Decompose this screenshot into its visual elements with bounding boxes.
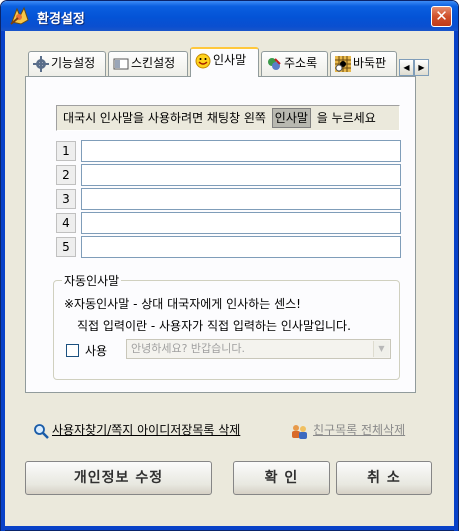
greeting-row-number: 2: [56, 165, 76, 185]
auto-greeting-select-value: 안녕하세요? 반갑습니다.: [131, 342, 246, 355]
delete-all-friends-label: 친구목록 전체삭제: [313, 423, 406, 437]
greeting-input-2[interactable]: [81, 164, 401, 186]
baduk-board-icon: [335, 55, 351, 72]
direct-input-description: 직접 입력이란 - 사용자가 직접 입력하는 인사말입니다.: [77, 319, 351, 333]
tip-text-end: 을 누르세요: [316, 111, 376, 125]
app-spark-icon: [10, 6, 29, 25]
greeting-input-3[interactable]: [81, 188, 401, 210]
window-title: 환경설정: [37, 12, 85, 27]
delete-saved-ids-link[interactable]: 사용자찾기/쪽지 아이디저장목록 삭제: [33, 421, 240, 439]
tab-label: 스킨설정: [131, 56, 176, 70]
tab-function-settings[interactable]: 기능설정: [28, 51, 106, 76]
auto-greeting-checkbox-label[interactable]: 사용: [85, 342, 107, 359]
auto-greeting-select[interactable]: 안녕하세요? 반갑습니다. ▼: [126, 339, 391, 359]
address-book-icon: [268, 57, 281, 70]
window-frame-bottom: [1, 526, 458, 530]
chevron-down-icon[interactable]: ▼: [373, 341, 389, 357]
magnifier-icon: [34, 423, 49, 439]
settings-window: 환경설정 ✕ 기능설정 스킨설정 인사말 주소록 바둑판 ◀ ▶ 대국시 인사말…: [0, 0, 459, 531]
people-icon: [292, 424, 307, 439]
tab-label: 주소록: [284, 56, 318, 70]
greeting-input-4[interactable]: [81, 212, 401, 234]
tab-greetings[interactable]: 인사말: [190, 47, 259, 77]
delete-all-friends-link[interactable]: 친구목록 전체삭제: [291, 421, 405, 439]
greeting-input-1[interactable]: [81, 140, 401, 162]
greeting-row-number: 5: [56, 237, 76, 257]
title-bar[interactable]: 환경설정 ✕: [1, 1, 458, 31]
skin-icon: [113, 58, 129, 69]
smiley-icon: [195, 53, 211, 68]
tab-skin-settings[interactable]: 스킨설정: [108, 51, 188, 76]
tab-label: 인사말: [213, 53, 247, 67]
tab-scroll-right-button[interactable]: ▶: [414, 59, 429, 76]
tab-label: 기능설정: [51, 56, 96, 70]
greeting-input-5[interactable]: [81, 236, 401, 258]
tip-text-start: 대국시 인사말을 사용하려면 채팅창 왼쪽: [63, 111, 266, 125]
greetings-tip: 대국시 인사말을 사용하려면 채팅창 왼쪽 인사말 을 누르세요: [56, 105, 400, 131]
tab-address-book[interactable]: 주소록: [261, 51, 328, 76]
gear-icon: [33, 55, 49, 72]
greeting-row-number: 1: [56, 141, 76, 161]
auto-greeting-legend: 자동인사말: [62, 272, 122, 289]
greetings-panel: 대국시 인사말을 사용하려면 채팅창 왼쪽 인사말 을 누르세요 1 2 3 4…: [25, 76, 416, 393]
ok-button[interactable]: 확 인: [233, 461, 330, 495]
delete-saved-ids-label: 사용자찾기/쪽지 아이디저장목록 삭제: [52, 423, 241, 437]
greeting-row-number: 4: [56, 213, 76, 233]
greeting-row-number: 3: [56, 189, 76, 209]
close-button[interactable]: ✕: [431, 6, 452, 27]
tab-label: 바둑판: [353, 56, 387, 70]
tab-scroll-left-button[interactable]: ◀: [399, 59, 414, 76]
edit-profile-button[interactable]: 개인정보 수정: [25, 461, 212, 495]
window-frame-left: [1, 31, 5, 531]
cancel-button[interactable]: 취 소: [336, 461, 432, 495]
auto-greeting-description: ※자동인사말 - 상대 대국자에게 인사하는 센스!: [64, 297, 301, 311]
auto-greeting-group: 자동인사말 ※자동인사말 - 상대 대국자에게 인사하는 센스! 직접 입력이란…: [53, 272, 400, 380]
window-frame-right: [454, 31, 458, 531]
greeting-chip: 인사말: [271, 108, 311, 128]
tab-baduk-board[interactable]: 바둑판: [330, 51, 397, 76]
auto-greeting-checkbox[interactable]: [66, 344, 79, 357]
